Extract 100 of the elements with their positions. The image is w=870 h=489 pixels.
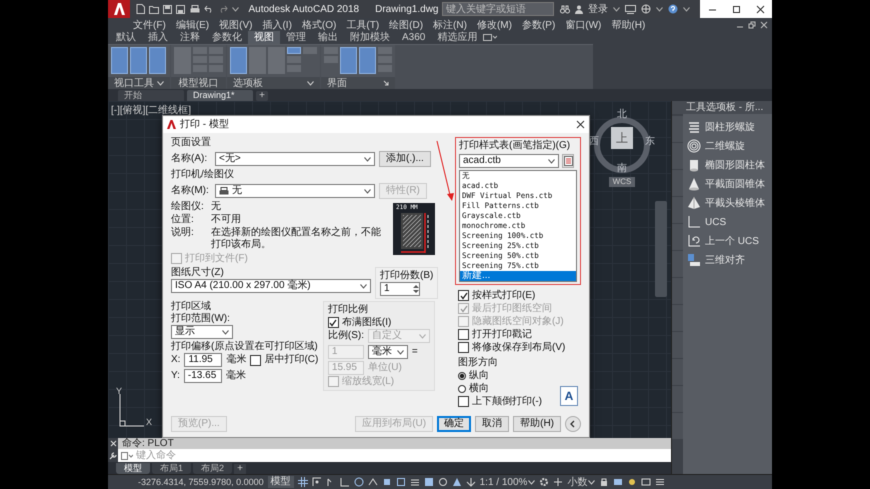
menu-item[interactable]: 修改(M) <box>472 18 517 32</box>
add-button[interactable]: 添加(.)... <box>379 151 431 167</box>
checkbox[interactable] <box>458 342 469 353</box>
folder-icon[interactable] <box>149 4 159 14</box>
file-tab[interactable]: Drawing1* <box>187 90 253 101</box>
dialog-button[interactable]: 确定 <box>437 416 472 432</box>
lineweight-icon[interactable] <box>410 477 420 487</box>
menu-item[interactable]: 插入(I) <box>257 18 297 32</box>
ortho-icon[interactable] <box>340 477 350 487</box>
undo-icon[interactable] <box>204 5 214 13</box>
y-offset-field[interactable]: -13.65 <box>184 369 222 383</box>
unit-select[interactable]: 毫米 <box>368 345 408 359</box>
object-snap-tracking-icon[interactable] <box>382 477 392 487</box>
new-tab-button[interactable]: + <box>256 91 268 101</box>
polar-tracking-icon[interactable] <box>354 477 364 487</box>
plot-style-select[interactable]: acad.ctb <box>459 154 559 168</box>
x-offset-field[interactable]: 11.95 <box>184 353 222 367</box>
isometric-icon[interactable] <box>368 477 378 487</box>
edit-style-button[interactable] <box>562 154 574 168</box>
menu-item[interactable]: 编辑(E) <box>170 18 214 32</box>
units-selector[interactable]: 小数 <box>567 475 588 489</box>
menu-item[interactable]: 标注(N) <box>428 18 472 32</box>
palette-tool[interactable]: 平截面圆锥体 <box>705 177 765 191</box>
checkbox[interactable] <box>458 329 469 340</box>
ribbon-tab[interactable]: 注释 <box>174 31 206 44</box>
layout-tab[interactable]: 布局1 <box>152 463 192 474</box>
ribbon-tab[interactable]: 插入 <box>142 31 174 44</box>
new-layout-button[interactable]: + <box>234 464 246 474</box>
close-icon[interactable] <box>760 20 768 28</box>
ribbon-tab[interactable]: 参数化 <box>206 31 248 44</box>
palette-tool[interactable]: 上一个 UCS <box>705 234 759 248</box>
copies-spinner[interactable]: 1 <box>380 282 420 296</box>
menu-item[interactable]: 帮助(H) <box>606 18 650 32</box>
plot-area-select[interactable]: 显示 <box>171 325 233 339</box>
ribbon-tab[interactable]: 输出 <box>312 31 344 44</box>
cylinder-icon[interactable] <box>687 158 701 172</box>
isolate-objects-icon[interactable] <box>627 477 638 487</box>
helix-icon[interactable] <box>687 120 701 134</box>
palette-tool[interactable]: 三维对齐 <box>705 253 745 267</box>
ribbon-tab[interactable]: 精选应用 <box>431 31 484 44</box>
page-setup-select[interactable]: <无> <box>215 152 375 166</box>
palette-tool[interactable]: 圆柱形螺旋 <box>705 120 755 134</box>
annotation-monitor-icon[interactable] <box>452 477 462 487</box>
compass-south-label[interactable]: 南 <box>617 161 627 175</box>
object-snap-icon[interactable] <box>396 477 406 487</box>
printer-icon[interactable] <box>190 4 200 14</box>
close-icon[interactable] <box>576 120 585 129</box>
pyramid-icon[interactable] <box>687 196 701 210</box>
palette-tool[interactable]: 椭圆形圆柱体 <box>705 158 765 172</box>
binoculars-icon[interactable] <box>560 4 570 14</box>
menu-item[interactable]: 视图(V) <box>214 18 258 32</box>
annotation-scale[interactable]: 1:1 / 100% <box>480 476 528 488</box>
align-icon[interactable] <box>687 253 701 267</box>
ribbon-tab[interactable]: 管理 <box>280 31 312 44</box>
save-as-icon[interactable] <box>176 4 186 14</box>
hardware-acceleration-icon[interactable] <box>613 477 624 487</box>
ribbon-tab[interactable]: 附加模块 <box>344 31 396 44</box>
menu-item[interactable]: 窗口(W) <box>560 18 606 32</box>
checkbox[interactable] <box>250 354 262 366</box>
menu-icon[interactable] <box>655 477 666 487</box>
user-icon[interactable] <box>575 4 583 14</box>
menu-item[interactable]: 工具(T) <box>341 18 384 32</box>
maximize-icon[interactable] <box>730 4 742 14</box>
spiral-icon[interactable] <box>687 139 701 153</box>
clean-screen-icon[interactable] <box>641 477 652 487</box>
help-icon[interactable] <box>668 4 678 14</box>
layout-tab[interactable]: 模型 <box>116 463 150 474</box>
printer-select[interactable]: 无 <box>215 184 375 198</box>
search-field[interactable]: 键入关键字或短语 <box>442 2 554 16</box>
menu-item[interactable]: 参数(P) <box>516 18 560 32</box>
restore-icon[interactable] <box>748 20 756 28</box>
redo-icon[interactable] <box>218 5 228 13</box>
radio-button[interactable] <box>458 384 466 392</box>
palette-tool[interactable]: UCS <box>705 216 726 228</box>
checkbox[interactable] <box>458 396 469 407</box>
new-file-icon[interactable] <box>136 4 145 14</box>
transparency-icon[interactable] <box>424 477 434 487</box>
ribbon-tab[interactable]: 默认 <box>110 31 142 44</box>
ribbon-tab[interactable]: A360 <box>396 31 432 44</box>
ucs-axes-icon[interactable] <box>687 215 701 229</box>
annotation-visibility-icon[interactable] <box>466 477 476 487</box>
panel-options-icon[interactable] <box>483 34 498 41</box>
ribbon-tab[interactable]: 视图 <box>248 31 280 44</box>
compass-north-label[interactable]: 北 <box>617 107 627 121</box>
network-icon[interactable] <box>641 4 651 14</box>
plus-icon[interactable] <box>553 477 564 487</box>
grid-icon[interactable] <box>298 477 308 487</box>
snap-icon[interactable] <box>312 477 322 487</box>
gear-icon[interactable] <box>539 477 550 487</box>
model-space-button[interactable]: 模型 <box>268 476 294 488</box>
dialog-button[interactable]: 取消 <box>475 416 510 432</box>
menu-item[interactable]: 文件(F) <box>128 18 171 32</box>
checkbox[interactable] <box>458 290 469 301</box>
viewcube-top-face[interactable]: 上 <box>611 127 633 149</box>
cone-icon[interactable] <box>687 177 701 191</box>
palette-tool[interactable]: 平截头棱锥体 <box>705 196 765 210</box>
paper-size-select[interactable]: ISO A4 (210.00 x 297.00 毫米) <box>171 279 371 293</box>
command-prompt-icon[interactable] <box>121 452 133 460</box>
wrench-icon[interactable] <box>109 452 117 460</box>
compass-east-label[interactable]: 东 <box>645 134 655 148</box>
